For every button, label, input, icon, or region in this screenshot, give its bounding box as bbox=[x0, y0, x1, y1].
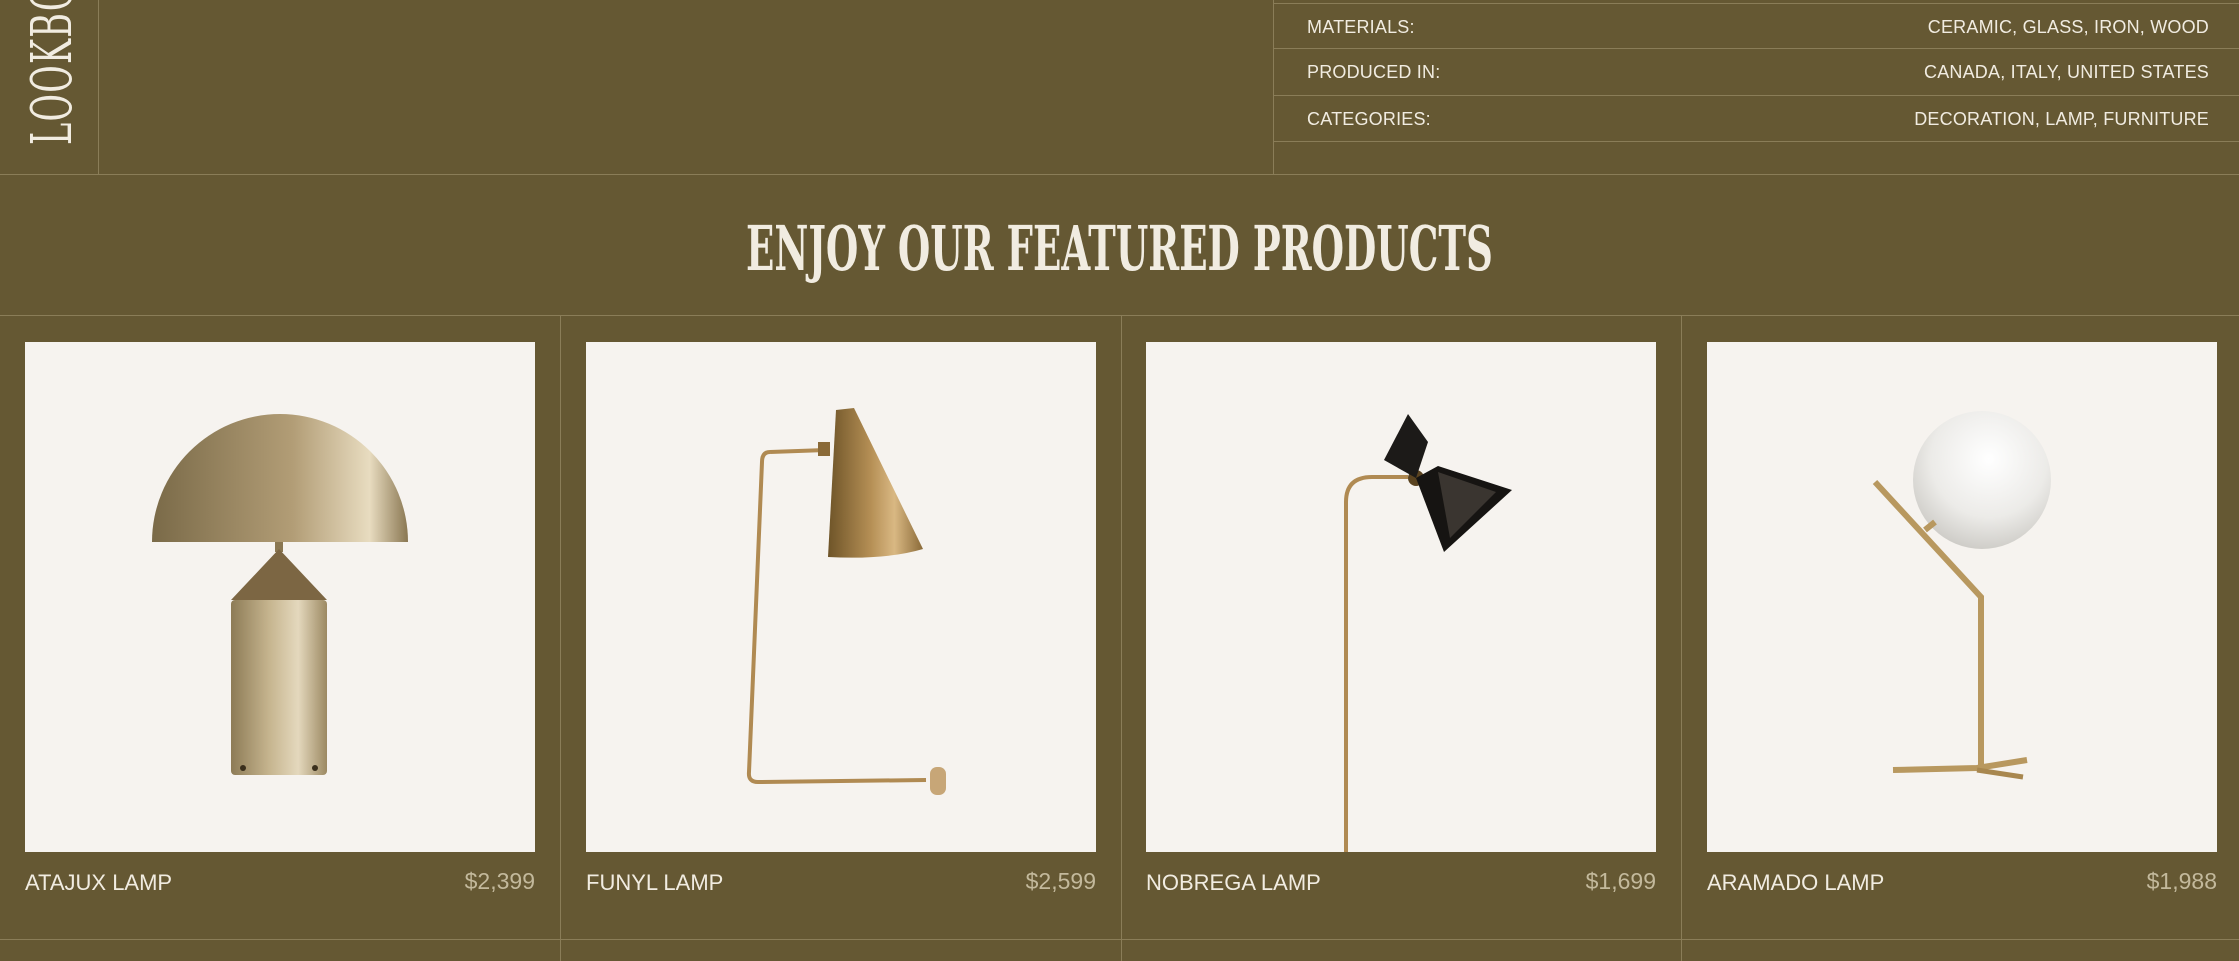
divider-header bbox=[0, 174, 2239, 175]
featured-title: ENJOY OUR FEATURED PRODUCTS bbox=[0, 214, 2239, 284]
bowtie-floor-lamp-image[interactable] bbox=[1146, 342, 1656, 852]
spec-row-materials: MATERIALS: CERAMIC, GLASS, IRON, WOOD bbox=[1273, 4, 2239, 49]
spec-value: CERAMIC, GLASS, IRON, WOOD bbox=[1927, 17, 2209, 37]
featured-title-text: ENJOY OUR FEATURED PRODUCTS bbox=[746, 212, 1493, 285]
divider-col-1 bbox=[560, 315, 561, 961]
divider-col-3 bbox=[1681, 315, 1682, 961]
globe-lamp-icon bbox=[1872, 411, 2051, 780]
product-price: $2,399 bbox=[464, 868, 535, 894]
lookbook-nav[interactable]: LOOKBOOK bbox=[0, 0, 98, 174]
bowtie-lamp-icon bbox=[1344, 414, 1512, 852]
divider-lookbook bbox=[98, 0, 99, 174]
product-name[interactable]: FUNYL LAMP bbox=[586, 870, 723, 896]
spec-value: CANADA, ITALY, UNITED STATES bbox=[1924, 62, 2209, 82]
product-price: $2,599 bbox=[1025, 868, 1096, 894]
product-name[interactable]: ATAJUX LAMP bbox=[25, 870, 172, 896]
spec-label: CATEGORIES: bbox=[1307, 109, 1431, 129]
spec-label: PRODUCED IN: bbox=[1307, 62, 1441, 82]
product-name[interactable]: ARAMADO LAMP bbox=[1707, 870, 1884, 896]
cone-lamp-icon bbox=[746, 408, 946, 795]
spec-value: DECORATION, LAMP, FURNITURE bbox=[1914, 109, 2209, 129]
product-price: $1,988 bbox=[2146, 868, 2217, 894]
mushroom-table-lamp-image[interactable] bbox=[25, 342, 535, 852]
globe-table-lamp-image[interactable] bbox=[1707, 342, 2217, 852]
cone-desk-lamp-image[interactable] bbox=[586, 342, 1096, 852]
product-card[interactable]: ARAMADO LAMP $1,988 bbox=[1707, 342, 2217, 895]
product-price: $1,699 bbox=[1585, 868, 1656, 894]
divider-products-bottom bbox=[0, 939, 2239, 940]
product-name[interactable]: NOBREGA LAMP bbox=[1146, 870, 1321, 896]
product-card[interactable]: NOBREGA LAMP $1,699 bbox=[1146, 342, 1656, 895]
product-card[interactable]: FUNYL LAMP $2,599 bbox=[586, 342, 1096, 895]
mushroom-lamp-icon bbox=[152, 414, 408, 775]
divider-title bbox=[0, 315, 2239, 316]
lookbook-label: LOOKBOOK bbox=[20, 0, 85, 145]
spec-row-categories: CATEGORIES: DECORATION, LAMP, FURNITURE bbox=[1273, 96, 2239, 141]
product-card[interactable]: ATAJUX LAMP $2,399 bbox=[25, 342, 535, 895]
spec-row-produced-in: PRODUCED IN: CANADA, ITALY, UNITED STATE… bbox=[1273, 49, 2239, 94]
divider-col-2 bbox=[1121, 315, 1122, 961]
divider-spec-3 bbox=[1273, 141, 2239, 142]
spec-label: MATERIALS: bbox=[1307, 17, 1415, 37]
